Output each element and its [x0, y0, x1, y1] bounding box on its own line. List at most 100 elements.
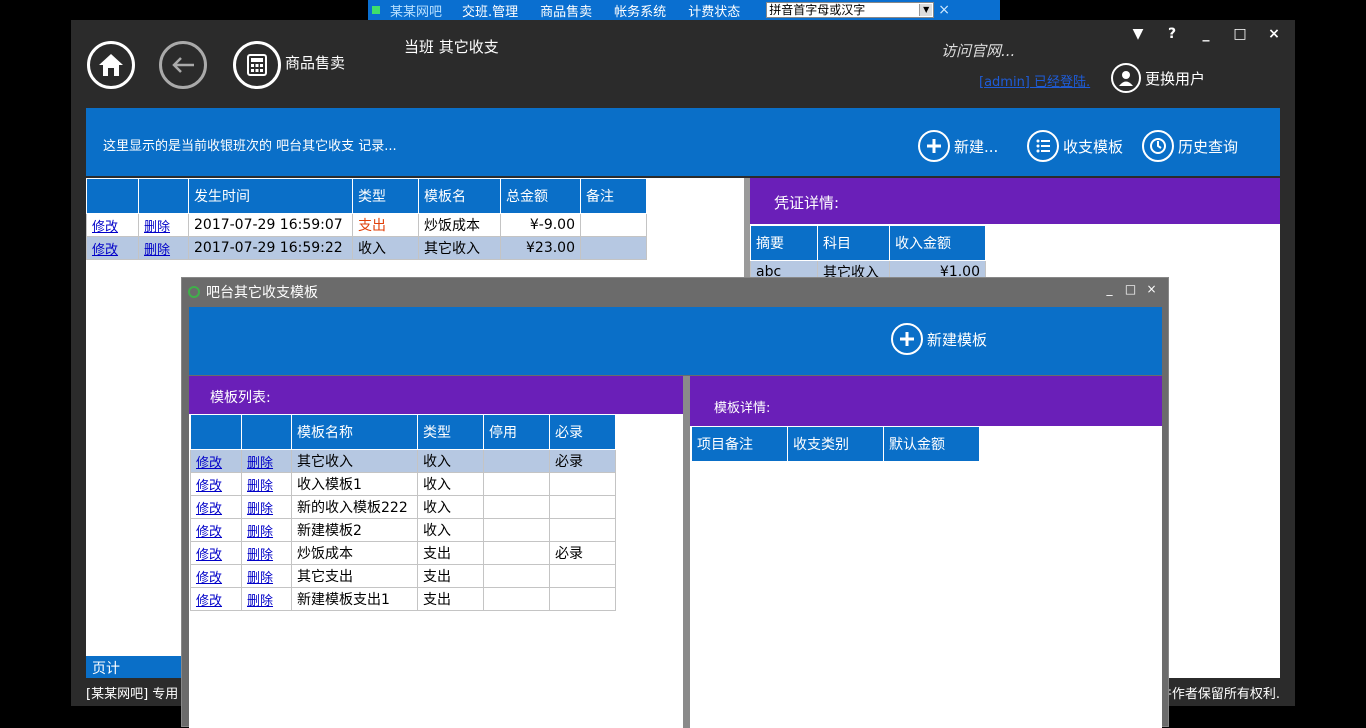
column-header	[86, 178, 139, 214]
edit-link[interactable]: 修改	[190, 564, 242, 588]
cell-time: 2017-07-29 16:59:07	[188, 213, 353, 237]
new-template-button[interactable]: 新建模板	[891, 323, 987, 355]
cell-type: 支出	[352, 213, 419, 237]
product-sales-button[interactable]	[233, 41, 281, 89]
edit-link[interactable]: 修改	[190, 449, 242, 473]
toolbar: 这里显示的是当前收银班次的 吧台其它收支 记录... 新建... 收支模板 历史…	[86, 108, 1280, 176]
column-header-category[interactable]: 收支类别	[787, 426, 884, 462]
cell-disabled	[483, 472, 550, 496]
column-header-income[interactable]: 收入金额	[889, 225, 986, 261]
table-row[interactable]: 修改 删除 新的收入模板222 收入	[190, 495, 616, 519]
minimize-icon[interactable]: _	[1099, 282, 1120, 296]
edit-link[interactable]: 修改	[190, 541, 242, 565]
dropdown-icon[interactable]: ▼	[1121, 26, 1155, 42]
product-sales-label[interactable]: 商品售卖	[285, 52, 345, 73]
app-icon	[188, 286, 200, 298]
table-row[interactable]: 修改 删除 其它支出 支出	[190, 564, 616, 588]
dialog-splitter[interactable]	[683, 376, 690, 728]
table-row[interactable]: 修改 删除 新建模板支出1 支出	[190, 587, 616, 611]
nav-item-sales[interactable]: 商品售卖	[540, 1, 592, 20]
chevron-down-icon[interactable]: ▼	[919, 4, 933, 16]
delete-link[interactable]: 删除	[241, 541, 292, 565]
table-row[interactable]: 修改 删除 炒饭成本 支出 必录	[190, 541, 616, 565]
calculator-icon	[247, 54, 267, 76]
delete-link[interactable]: 删除	[138, 213, 189, 237]
table-row[interactable]: 修改 删除 收入模板1 收入	[190, 472, 616, 496]
history-button-label: 历史查询	[1178, 137, 1239, 156]
nav-item-shift[interactable]: 交班.管理	[462, 1, 518, 20]
cell-name: 炒饭成本	[291, 541, 418, 565]
search-input[interactable]: 拼音首字母或汉字 ▼	[766, 2, 935, 18]
edit-link[interactable]: 修改	[190, 518, 242, 542]
window-controls: ▼ ? _ □ ×	[1121, 26, 1291, 42]
app-icon	[372, 6, 380, 14]
visit-site-link[interactable]: 访问官网...	[941, 40, 1015, 61]
cell-required	[549, 587, 616, 611]
column-header	[241, 414, 292, 450]
edit-link[interactable]: 修改	[86, 236, 139, 260]
close-icon[interactable]: ×	[938, 2, 950, 18]
column-header-type[interactable]: 类型	[352, 178, 419, 214]
home-button[interactable]	[87, 41, 135, 89]
cell-type: 支出	[417, 587, 484, 611]
edit-link[interactable]: 修改	[86, 213, 139, 237]
close-icon[interactable]: ×	[1141, 282, 1162, 296]
table-row[interactable]: 修改 删除 新建模板2 收入	[190, 518, 616, 542]
template-table: 模板名称 类型 停用 必录 修改 删除 其它收入 收入 必录 修改 删除 收入模…	[190, 414, 616, 611]
nav-item-netcafe[interactable]: 某某网吧	[390, 1, 442, 20]
column-header-summary[interactable]: 摘要	[750, 225, 818, 261]
minimize-icon[interactable]: _	[1189, 26, 1223, 42]
delete-link[interactable]: 删除	[241, 564, 292, 588]
maximize-icon[interactable]: □	[1120, 282, 1141, 296]
column-header-item-note[interactable]: 项目备注	[691, 426, 788, 462]
maximize-icon[interactable]: □	[1223, 26, 1257, 42]
user-status-link[interactable]: [admin] 已经登陆.	[979, 71, 1090, 90]
delete-link[interactable]: 删除	[241, 472, 292, 496]
cell-type: 收入	[417, 518, 484, 542]
edit-link[interactable]: 修改	[190, 472, 242, 496]
records-table: 发生时间 类型 模板名 总金额 备注 修改 删除 2017-07-29 16:5…	[86, 178, 647, 260]
help-icon[interactable]: ?	[1155, 26, 1189, 42]
voucher-title: 凭证详情:	[750, 178, 1280, 224]
column-header-template[interactable]: 模板名	[418, 178, 501, 214]
table-row[interactable]: 修改 删除 2017-07-29 16:59:07 支出 炒饭成本 ¥-9.00	[86, 213, 647, 237]
column-header-type[interactable]: 类型	[417, 414, 484, 450]
nav-item-billing[interactable]: 计费状态	[688, 1, 740, 20]
column-header-amount[interactable]: 总金额	[500, 178, 581, 214]
column-header-required[interactable]: 必录	[549, 414, 616, 450]
template-detail-title: 模板详情:	[690, 376, 1162, 426]
delete-link[interactable]: 删除	[241, 518, 292, 542]
cell-type: 收入	[352, 236, 419, 260]
delete-link[interactable]: 删除	[138, 236, 189, 260]
new-button[interactable]: 新建...	[918, 130, 998, 162]
delete-link[interactable]: 删除	[241, 587, 292, 611]
back-button[interactable]	[159, 41, 207, 89]
table-row[interactable]: 修改 删除 其它收入 收入 必录	[190, 449, 616, 473]
cell-name: 其它收入	[291, 449, 418, 473]
column-header-name[interactable]: 模板名称	[291, 414, 418, 450]
template-button-label: 收支模板	[1063, 137, 1124, 156]
cell-time: 2017-07-29 16:59:22	[188, 236, 353, 260]
plus-icon	[918, 130, 950, 162]
edit-link[interactable]: 修改	[190, 495, 242, 519]
column-header-subject[interactable]: 科目	[817, 225, 890, 261]
dialog-titlebar[interactable]: 吧台其它收支模板	[188, 282, 318, 302]
search-value: 拼音首字母或汉字	[769, 3, 866, 17]
column-header-disabled[interactable]: 停用	[483, 414, 550, 450]
delete-link[interactable]: 删除	[241, 449, 292, 473]
history-button[interactable]: 历史查询	[1142, 130, 1238, 162]
template-button[interactable]: 收支模板	[1027, 130, 1123, 162]
column-header-default-amount[interactable]: 默认金额	[883, 426, 980, 462]
column-header-note[interactable]: 备注	[580, 178, 647, 214]
table-row[interactable]: 修改 删除 2017-07-29 16:59:22 收入 其它收入 ¥23.00	[86, 236, 647, 260]
delete-link[interactable]: 删除	[241, 495, 292, 519]
nav-item-accounts[interactable]: 帐务系统	[614, 1, 666, 20]
edit-link[interactable]: 修改	[190, 587, 242, 611]
cell-template: 其它收入	[418, 236, 501, 260]
cell-type: 支出	[417, 564, 484, 588]
template-list-panel: 模板列表: 模板名称 类型 停用 必录 修改 删除 其它收入 收入 必录 修改 …	[189, 376, 683, 728]
column-header-time[interactable]: 发生时间	[188, 178, 353, 214]
cell-disabled	[483, 564, 550, 588]
switch-user-button[interactable]: 更换用户	[1111, 63, 1205, 93]
close-icon[interactable]: ×	[1257, 26, 1291, 42]
